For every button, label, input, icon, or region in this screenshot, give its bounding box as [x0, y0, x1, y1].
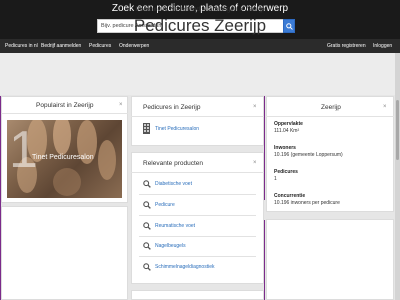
- close-icon[interactable]: ×: [253, 160, 257, 166]
- title-bar: [0, 53, 400, 95]
- right-lower-panel: [266, 219, 394, 300]
- pedicures-value: 1: [274, 176, 277, 182]
- panel-divider: [266, 116, 394, 117]
- row-divider: [139, 236, 256, 237]
- oppervlakte-value: 111.04 Km²: [274, 128, 300, 134]
- inwoners-value: 10.196 (gemeente Loppersum): [274, 152, 343, 158]
- main-nav: Pedicures in nl Bedrijf aanmelden Pedicu…: [0, 39, 400, 53]
- info-panel-title: Zeerijp: [321, 104, 341, 111]
- row-divider: [139, 194, 256, 195]
- products-panel-title: Relevante producten: [143, 160, 203, 167]
- nav-item-inloggen[interactable]: Inloggen: [373, 39, 392, 53]
- building-icon: [143, 123, 150, 134]
- product-link[interactable]: Reumatische voet: [155, 223, 195, 229]
- inwoners-label: Inwoners: [274, 145, 296, 151]
- search-icon: [143, 201, 151, 209]
- rank-number: 1: [9, 121, 38, 179]
- search-icon: [143, 263, 151, 271]
- breadcrumb[interactable]: Pedicure In Nederland » Groningen » Zeer…: [0, 6, 400, 13]
- close-icon[interactable]: ×: [383, 104, 387, 110]
- row-divider: [139, 215, 256, 216]
- pedicures-panel-title: Pedicures in Zeerijp: [143, 104, 201, 111]
- close-icon[interactable]: ×: [119, 102, 123, 108]
- salon-caption[interactable]: Tinet Pedicuresalon: [32, 154, 94, 161]
- nav-item-onderwerpen[interactable]: Onderwerpen: [119, 39, 149, 53]
- scrollbar-thumb[interactable]: [396, 100, 399, 160]
- concurrentie-label: Concurrentie: [274, 193, 306, 199]
- middle-lower-panel: [131, 290, 264, 300]
- panel-divider: [1, 113, 128, 114]
- product-link[interactable]: Pedicure: [155, 202, 175, 208]
- search-icon: [143, 180, 151, 188]
- search-icon: [143, 242, 151, 250]
- nav-item-pedicures-in-nl[interactable]: Pedicures in nl: [5, 39, 38, 53]
- product-link[interactable]: Schimmelnageldiagnostiek: [155, 264, 214, 270]
- oppervlakte-label: Oppervlakte: [274, 121, 303, 127]
- nav-item-gratis-registreren[interactable]: Gratis registreren: [327, 39, 366, 53]
- accent-line: [0, 96, 1, 300]
- panel-divider: [131, 172, 264, 173]
- accent-line: [264, 96, 265, 200]
- row-divider: [139, 256, 256, 257]
- product-link[interactable]: Diabetische voet: [155, 181, 192, 187]
- pedicure-link[interactable]: Tinet Pedicuresalon: [155, 126, 199, 132]
- pedicures-label: Pedicures: [274, 169, 298, 175]
- panel-divider: [131, 116, 264, 117]
- left-lower-panel: [1, 206, 128, 300]
- concurrentie-value: 10.196 inwoners per pedicure: [274, 200, 340, 206]
- nav-item-pedicures[interactable]: Pedicures: [89, 39, 111, 53]
- nav-item-bedrijf-aanmelden[interactable]: Bedrijf aanmelden: [41, 39, 81, 53]
- page-title: Pedicures Zeerijp: [133, 16, 267, 35]
- search-icon: [143, 222, 151, 230]
- close-icon[interactable]: ×: [253, 104, 257, 110]
- product-link[interactable]: Nagelbeugels: [155, 243, 186, 249]
- scrollbar-track[interactable]: [395, 53, 400, 300]
- accent-line: [264, 220, 265, 300]
- popular-panel-title: Populairst in Zeerijp: [36, 102, 94, 109]
